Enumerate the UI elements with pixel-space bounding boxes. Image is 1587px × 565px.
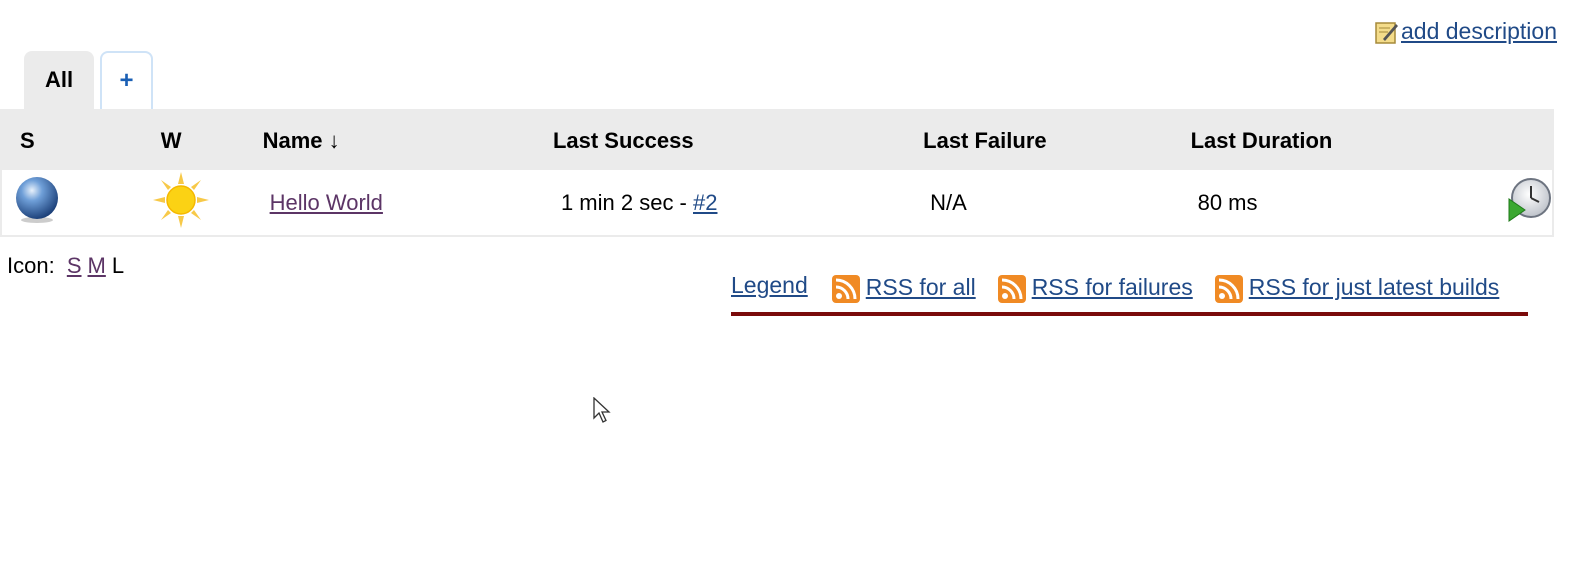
tab-add-view[interactable]: + <box>100 51 153 109</box>
tab-all[interactable]: All <box>24 51 94 109</box>
column-last-failure[interactable]: Last Failure <box>923 110 1190 170</box>
rss-icon <box>997 275 1026 303</box>
column-last-duration[interactable]: Last Duration <box>1191 110 1492 170</box>
icon-size-small[interactable]: S <box>67 253 82 278</box>
icon-size-label: Icon: <box>7 253 55 278</box>
edit-note-icon <box>1375 21 1398 44</box>
rss-icon <box>831 275 860 303</box>
last-duration-cell: 80 ms <box>1197 189 1258 215</box>
column-actions <box>1492 110 1553 170</box>
status-cell <box>1 170 143 236</box>
jobs-table: S W Name ↓ Last Success Last Failure Las… <box>0 109 1554 237</box>
legend-link[interactable]: Legend <box>731 272 808 299</box>
actions-cell <box>1492 170 1553 236</box>
weather-cell <box>143 170 263 236</box>
rss-failures-item: RSS for failures <box>997 272 1193 303</box>
last-success-cell: 1 min 2 sec - #2 <box>553 170 923 236</box>
view-tabs: All + <box>24 51 153 109</box>
rss-latest-link[interactable]: RSS for just latest builds <box>1249 274 1500 301</box>
add-description-link[interactable]: add description <box>1401 18 1557 45</box>
column-name[interactable]: Name ↓ <box>263 110 553 170</box>
last-failure-cell: N/A <box>930 189 967 215</box>
blue-ball-icon <box>16 176 58 223</box>
column-weather[interactable]: W <box>143 110 263 170</box>
icon-size-selector: Icon: SML <box>7 253 124 279</box>
last-success-time: 1 min 2 sec - <box>560 189 693 215</box>
rss-all-item: RSS for all <box>831 272 976 303</box>
build-link[interactable]: #2 <box>693 190 717 215</box>
mouse-cursor-icon <box>593 397 611 423</box>
column-last-success[interactable]: Last Success <box>553 110 923 170</box>
sunny-icon <box>152 171 209 228</box>
table-header-row: S W Name ↓ Last Success Last Failure Las… <box>1 110 1553 170</box>
rss-icon <box>1214 275 1243 303</box>
rss-all-link[interactable]: RSS for all <box>866 274 976 301</box>
rss-latest-item: RSS for just latest builds <box>1214 272 1500 303</box>
icon-size-medium[interactable]: M <box>88 253 106 278</box>
add-description[interactable]: add description <box>1375 18 1557 45</box>
schedule-build-icon[interactable] <box>1506 177 1552 223</box>
rss-failures-link[interactable]: RSS for failures <box>1032 274 1193 301</box>
column-status[interactable]: S <box>1 110 143 170</box>
job-name-cell: Hello World <box>263 170 553 236</box>
job-link-hello-world[interactable]: Hello World <box>270 190 383 215</box>
footer-links: Legend RSS for all RSS for failures RSS … <box>731 272 1528 316</box>
icon-size-large: L <box>111 253 125 278</box>
table-row: Hello World 1 min 2 sec - #2 N/A 80 ms <box>1 170 1553 236</box>
